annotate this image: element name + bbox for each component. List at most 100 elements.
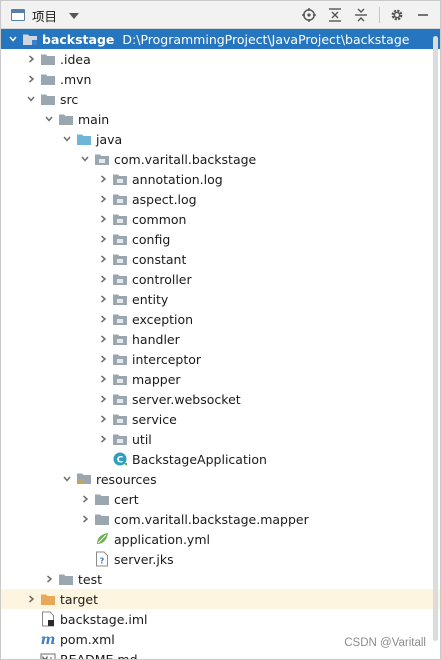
project-panel-icon — [11, 9, 25, 21]
tree-node-app-yml[interactable]: application.yml — [1, 529, 440, 549]
dropdown-icon[interactable] — [69, 13, 80, 19]
tree-node-main[interactable]: main — [1, 109, 440, 129]
tree-node-resources[interactable]: resources — [1, 469, 440, 489]
tree-node-label: resources — [96, 471, 157, 487]
chevron-right-icon[interactable] — [97, 249, 109, 269]
chevron-right-icon[interactable] — [97, 349, 109, 369]
chevron-right-icon[interactable] — [25, 49, 37, 69]
tree-node-mapper-folder[interactable]: com.varitall.backstage.mapper — [1, 509, 440, 529]
tree-node-label: main — [78, 111, 110, 127]
tree-node-label: annotation.log — [132, 171, 223, 187]
spring-yaml-icon — [94, 531, 110, 547]
chevron-right-icon[interactable] — [97, 209, 109, 229]
tree-node-package-item[interactable]: aspect.log — [1, 189, 440, 209]
expand-all-icon[interactable] — [326, 6, 344, 24]
tree-node-src[interactable]: src — [1, 89, 440, 109]
tree-node-label: .mvn — [60, 71, 92, 87]
tree-node-label: target — [60, 591, 99, 607]
chevron-right-icon[interactable] — [97, 169, 109, 189]
folder-icon — [94, 491, 110, 507]
tree-node-label: com.varitall.backstage — [114, 151, 257, 167]
locate-icon[interactable] — [300, 6, 318, 24]
view-selector[interactable]: 项目 — [11, 7, 80, 24]
package-icon — [112, 311, 128, 327]
scrollbar-thumb[interactable] — [433, 36, 438, 641]
minimize-icon[interactable] — [414, 6, 432, 24]
tree-node-readme[interactable]: README.md — [1, 649, 440, 660]
chevron-right-icon[interactable] — [79, 509, 91, 529]
tree-node-package-item[interactable]: util — [1, 429, 440, 449]
tree-node-test[interactable]: test — [1, 569, 440, 589]
gear-icon[interactable] — [388, 6, 406, 24]
package-icon — [112, 411, 128, 427]
tree-node-cert[interactable]: cert — [1, 489, 440, 509]
tree-node-package-item[interactable]: controller — [1, 269, 440, 289]
chevron-right-icon[interactable] — [97, 389, 109, 409]
tool-window-header: 项目 — [1, 1, 440, 29]
chevron-right-icon[interactable] — [97, 229, 109, 249]
vertical-scrollbar[interactable] — [430, 30, 439, 650]
chevron-right-icon[interactable] — [25, 69, 37, 89]
tree-node-package-item[interactable]: mapper — [1, 369, 440, 389]
tree-node-package-item[interactable]: constant — [1, 249, 440, 269]
chevron-down-icon[interactable] — [61, 129, 73, 149]
tree-node-label: com.varitall.backstage.mapper — [114, 511, 309, 527]
tree-node-idea[interactable]: .idea — [1, 49, 440, 69]
tree-node-package-item[interactable]: annotation.log — [1, 169, 440, 189]
collapse-all-icon[interactable] — [352, 6, 370, 24]
tree-node-label: src — [60, 91, 79, 107]
tree-node-package-item[interactable]: common — [1, 209, 440, 229]
tree-node-app-class[interactable]: C BackstageApplication — [1, 449, 440, 469]
chevron-right-icon[interactable] — [97, 309, 109, 329]
chevron-down-icon[interactable] — [43, 109, 55, 129]
module-folder-icon — [22, 31, 38, 47]
tree-node-label: util — [132, 431, 152, 447]
tree-node-package-item[interactable]: server.websocket — [1, 389, 440, 409]
package-icon — [94, 151, 110, 167]
svg-text:?: ? — [100, 557, 105, 566]
tree-node-package-item[interactable]: handler — [1, 329, 440, 349]
chevron-right-icon[interactable] — [97, 329, 109, 349]
chevron-right-icon[interactable] — [43, 569, 55, 589]
tree-node-java[interactable]: java — [1, 129, 440, 149]
folder-icon — [58, 111, 74, 127]
tree-node-iml[interactable]: backstage.iml — [1, 609, 440, 629]
tree-node-label: config — [132, 231, 171, 247]
tree-node-label: README.md — [60, 651, 138, 660]
chevron-right-icon[interactable] — [97, 289, 109, 309]
chevron-right-icon[interactable] — [79, 489, 91, 509]
tree-node-root[interactable]: backstage D:\ProgrammingProject\JavaProj… — [1, 29, 440, 49]
chevron-right-icon[interactable] — [97, 189, 109, 209]
chevron-down-icon[interactable] — [7, 29, 19, 49]
tree-node-package-item[interactable]: interceptor — [1, 349, 440, 369]
package-icon — [112, 231, 128, 247]
package-icon — [112, 371, 128, 387]
chevron-right-icon[interactable] — [25, 589, 37, 609]
chevron-right-icon[interactable] — [97, 369, 109, 389]
tree-node-package-item[interactable]: service — [1, 409, 440, 429]
resources-folder-icon — [76, 471, 92, 487]
project-tool-window: 项目 backstage D:\ProgrammingProject\JavaP… — [0, 0, 441, 660]
no-chevron — [97, 449, 109, 469]
chevron-right-icon[interactable] — [97, 409, 109, 429]
tree-node-target[interactable]: target — [1, 589, 440, 609]
chevron-right-icon[interactable] — [97, 269, 109, 289]
tree-node-server-jks[interactable]: ? server.jks — [1, 549, 440, 569]
tree-node-label: java — [96, 131, 123, 147]
tree-node-mvn[interactable]: .mvn — [1, 69, 440, 89]
chevron-down-icon[interactable] — [61, 469, 73, 489]
chevron-down-icon[interactable] — [79, 149, 91, 169]
tree-node-package-item[interactable]: exception — [1, 309, 440, 329]
toolbar-divider — [379, 7, 380, 23]
package-icon — [112, 291, 128, 307]
spring-boot-class-icon: C — [112, 451, 128, 467]
tree-node-label: server.websocket — [132, 391, 241, 407]
tree-node-package-item[interactable]: entity — [1, 289, 440, 309]
chevron-right-icon[interactable] — [97, 429, 109, 449]
chevron-down-icon[interactable] — [25, 89, 37, 109]
tree-node-label: handler — [132, 331, 180, 347]
tree-node-label: entity — [132, 291, 169, 307]
tree-node-package-item[interactable]: config — [1, 229, 440, 249]
tree-node-package[interactable]: com.varitall.backstage — [1, 149, 440, 169]
markdown-file-icon — [40, 651, 56, 659]
